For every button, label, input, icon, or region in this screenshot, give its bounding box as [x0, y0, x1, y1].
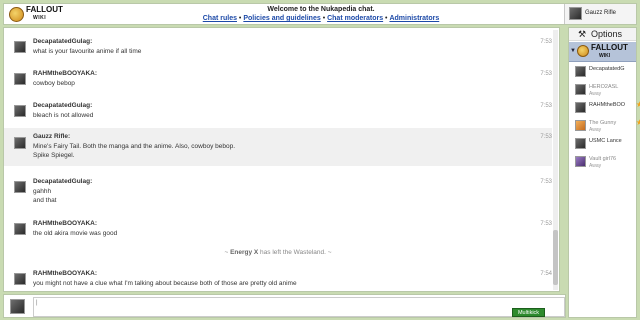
- user-list-item[interactable]: DecapatatedG...: [569, 64, 636, 82]
- avatar[interactable]: [14, 181, 26, 193]
- message-text: you might not have a clue what I'm talki…: [33, 280, 297, 287]
- avatar: [575, 138, 586, 149]
- avatar: [575, 156, 586, 167]
- user-status: Away: [589, 91, 602, 97]
- avatar[interactable]: [14, 223, 26, 235]
- part-notice-text: has left the Wasteland. ~: [258, 249, 332, 256]
- multikick-button[interactable]: Multikick: [512, 308, 545, 317]
- user-status: Away: [589, 163, 602, 169]
- user-list-item[interactable]: Vault girl76 Away: [569, 154, 636, 172]
- avatar[interactable]: [14, 41, 26, 53]
- message-text: cowboy bebop: [33, 80, 75, 87]
- message-username[interactable]: RAHMtheBOOYAKA:: [33, 220, 97, 227]
- options-button[interactable]: ⚒ Options: [569, 28, 636, 41]
- message-time: 7:53: [540, 103, 552, 109]
- user-list-sidebar: ⚒ Options ▼ FALLOUT WIKI DecapatatedG...…: [568, 27, 640, 318]
- avatar: [575, 120, 586, 131]
- message-username[interactable]: RAHMtheBOOYAKA:: [33, 270, 97, 277]
- vault-boy-icon: [577, 45, 589, 57]
- chat-message: DecapatatedGulag: bleach is not allowed …: [4, 98, 552, 122]
- avatar[interactable]: [14, 105, 26, 117]
- message-username[interactable]: DecapatatedGulag:: [33, 178, 92, 185]
- user-name: HERO2ASL: [589, 84, 619, 90]
- avatar: [575, 102, 586, 113]
- user-list-item[interactable]: HERO2ASL Away: [569, 82, 636, 100]
- message-time: 7:53: [540, 71, 552, 77]
- moderator-star-icon: ★: [635, 100, 640, 109]
- chat-header: FALLOUT WIKI Welcome to the Nukapedia ch…: [3, 3, 637, 25]
- chat-rules-link[interactable]: Chat rules: [203, 15, 237, 22]
- wiki-room-header[interactable]: ▼ FALLOUT WIKI: [569, 42, 636, 62]
- user-list-item[interactable]: RAHMtheBOO... ★: [569, 100, 640, 118]
- message-text: Spike Spiegel.: [33, 152, 75, 159]
- part-notice-user[interactable]: Energy X: [230, 249, 258, 256]
- options-label: Options: [591, 29, 623, 39]
- chat-moderators-link[interactable]: Chat moderators: [327, 15, 383, 22]
- message-text: and that: [33, 197, 57, 204]
- chat-message-highlighted: Gauzz Rifle: Mine's Fairy Tail. Both the…: [4, 128, 552, 166]
- chat-message: RAHMtheBOOYAKA: cowboy bebop 7:53: [4, 66, 552, 90]
- message-composer: | Multikick: [3, 294, 566, 318]
- scrollbar-thumb[interactable]: [553, 230, 558, 285]
- user-status: Away: [589, 127, 602, 133]
- chat-message: DecapatatedGulag: gahhh and that 7:53: [4, 174, 552, 206]
- user-list-item[interactable]: USMC Lance: [569, 136, 636, 154]
- moderator-star-icon: ★: [635, 118, 640, 127]
- avatar[interactable]: [14, 273, 26, 285]
- message-time: 7:53: [540, 39, 552, 45]
- user-list-item[interactable]: The Gunny Away ★: [569, 118, 640, 136]
- message-username[interactable]: DecapatatedGulag:: [33, 102, 92, 109]
- avatar[interactable]: [14, 137, 26, 149]
- message-username[interactable]: RAHMtheBOOYAKA:: [33, 70, 97, 77]
- avatar[interactable]: [14, 73, 26, 85]
- wiki-title: FALLOUT: [591, 43, 628, 52]
- user-name: The Gunny: [589, 120, 617, 126]
- message-time: 7:53: [540, 179, 552, 185]
- avatar: [569, 7, 582, 20]
- message-text: bleach is not allowed: [33, 112, 94, 119]
- message-time: 7:54: [540, 271, 552, 277]
- message-text: Mine's Fairy Tail. Both the manga and th…: [33, 143, 236, 150]
- avatar: [575, 84, 586, 95]
- header-links: Chat rules • Policies and guidelines • C…: [4, 15, 638, 22]
- user-name: RAHMtheBOO...: [589, 102, 625, 108]
- collapse-arrow-icon[interactable]: ▼: [570, 48, 576, 54]
- wiki-subtitle: WIKI: [599, 53, 611, 59]
- avatar: [575, 66, 586, 77]
- chat-log[interactable]: DecapatatedGulag: what is your favourite…: [3, 27, 560, 292]
- message-input[interactable]: |: [33, 297, 565, 317]
- chat-scrollbar[interactable]: [553, 30, 558, 290]
- message-time: 7:53: [540, 221, 552, 227]
- message-username[interactable]: Gauzz Rifle:: [33, 133, 70, 140]
- user-name: DecapatatedG...: [589, 66, 625, 72]
- user-name: Vault girl76: [589, 156, 617, 162]
- avatar: [10, 299, 25, 314]
- current-user-name: Gauzz Rifle: [585, 10, 617, 16]
- message-text: what is your favourite anime if all time: [33, 48, 142, 55]
- message-username[interactable]: DecapatatedGulag:: [33, 38, 92, 45]
- welcome-text: Welcome to the Nukapedia chat.: [267, 6, 375, 13]
- current-user[interactable]: Gauzz Rifle: [564, 4, 636, 24]
- policies-link[interactable]: Policies and guidelines: [243, 15, 320, 22]
- tools-icon: ⚒: [578, 29, 587, 39]
- message-time: 7:53: [540, 134, 552, 140]
- message-text: gahhh: [33, 188, 52, 195]
- chat-message: RAHMtheBOOYAKA: the old akira movie was …: [4, 216, 552, 240]
- user-name: USMC Lance: [589, 138, 622, 144]
- chat-message: DecapatatedGulag: what is your favourite…: [4, 34, 552, 58]
- administrators-link[interactable]: Administrators: [389, 15, 439, 22]
- message-text: the old akira movie was good: [33, 230, 118, 237]
- part-notice: ~ Energy X has left the Wasteland. ~: [4, 249, 552, 256]
- chat-message: RAHMtheBOOYAKA: you might not have a clu…: [4, 266, 552, 290]
